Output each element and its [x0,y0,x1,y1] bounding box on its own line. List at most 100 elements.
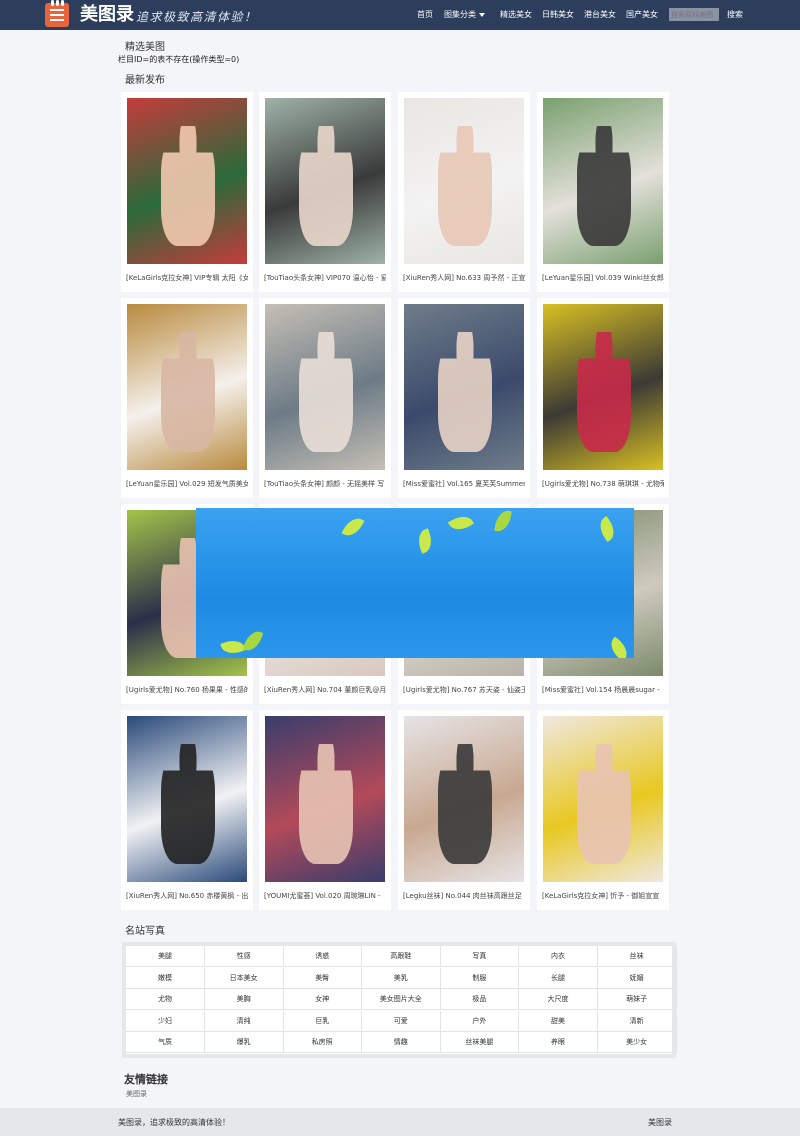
gallery-card[interactable]: [LeYuan星乐园] Vol.029 短发气质美女 [121,298,253,498]
photo-subject [161,332,215,452]
tag-link[interactable]: 女神 [283,989,363,1011]
tag-link[interactable]: 内衣 [519,946,598,967]
tag-link[interactable]: 巨乳 [283,1010,363,1032]
tag-link[interactable]: 萌妹子 [597,989,677,1011]
gallery-card[interactable]: [XiuRen秀人网] No.633 周予然 - 正宣 [398,92,530,292]
gallery-card[interactable]: [YOUMI尤蜜荟] Vol.020 周琬琳LIN - [259,710,391,910]
tag-link[interactable]: 情趣 [361,1032,441,1054]
photo-thumbnail[interactable] [543,304,663,470]
photo-subject [161,744,215,864]
photo-thumbnail[interactable] [404,716,524,882]
photo-subject [299,126,353,246]
gallery-caption[interactable]: [Ugirls爱尤物] No.738 萌琪琪 - 尤物荣 [542,479,664,489]
photo-subject [299,744,353,864]
tag-link[interactable]: 清纯 [204,1010,284,1032]
gallery-caption[interactable]: [XiuRen秀人网] No.650 赤楼黄枫 - 出 [126,891,248,901]
leaf-decoration [606,636,632,658]
tag-link[interactable]: 性感 [204,946,284,967]
gallery-caption[interactable]: [KeLaGirls克拉女神] 忻予 - 御姐宣宣 [542,891,664,901]
gallery-caption[interactable]: [KeLaGirls克拉女神] VIP专辑 太阳《女 [126,273,248,283]
tag-link[interactable]: 养眼 [519,1032,598,1054]
gallery-caption[interactable]: [Miss爱蜜社] Vol.165 夏芙芙Summer [403,479,525,489]
footer-site-link[interactable]: 美图录 [648,1117,672,1128]
gallery-caption[interactable]: [Legku丝袜] No.044 肉丝袜高跟丝足 [403,891,525,901]
gallery-card[interactable]: [Miss爱蜜社] Vol.165 夏芙芙Summer [398,298,530,498]
tag-link[interactable]: 日本美女 [204,967,284,989]
nav-featured[interactable]: 精选美女 [500,8,532,22]
photo-thumbnail[interactable] [543,98,663,264]
gallery-card[interactable]: [TouTiao头条女神] 颜颜 - 无摇美样 写 [259,298,391,498]
nav-domestic[interactable]: 国产美女 [626,8,658,22]
tag-link[interactable]: 制服 [440,967,520,989]
gallery-caption[interactable]: [LeYuan星乐园] Vol.039 Winki丝女郎 [542,273,664,283]
photo-thumbnail[interactable] [265,304,385,470]
nav-categories[interactable]: 图集分类 [444,8,485,22]
tag-link[interactable]: 美腿 [126,946,205,967]
gallery-caption[interactable]: [XiuRen秀人网] No.633 周予然 - 正宣 [403,273,525,283]
tag-link[interactable]: 少妇 [126,1010,205,1032]
leaf-decoration [594,515,620,543]
site-name[interactable]: 美图录 [80,5,134,25]
chevron-down-icon [479,12,485,17]
tag-link[interactable]: 私房照 [283,1032,363,1054]
gallery-card[interactable]: [Legku丝袜] No.044 肉丝袜高跟丝足 [398,710,530,910]
tag-link[interactable]: 美臀 [283,967,363,989]
gallery-card[interactable]: [KeLaGirls克拉女神] 忻予 - 御姐宣宣 [537,710,669,910]
gallery-card[interactable]: [XiuRen秀人网] No.650 赤楼黄枫 - 出 [121,710,253,910]
gallery-caption[interactable]: [YOUMI尤蜜荟] Vol.020 周琬琳LIN - [264,891,386,901]
tag-link[interactable]: 美女图片大全 [361,989,441,1011]
photo-thumbnail[interactable] [127,716,247,882]
tag-link[interactable]: 嫩模 [126,967,205,989]
section-title-latest: 最新发布 [125,75,165,86]
gallery-caption[interactable]: [LeYuan星乐园] Vol.029 短发气质美女 [126,479,248,489]
tag-link[interactable]: 清新 [597,1010,677,1032]
tag-link[interactable]: 气质 [126,1032,205,1054]
nav-home[interactable]: 首页 [417,8,433,22]
gallery-caption[interactable]: [TouTiao头条女神] VIP070 温心怡 - 窗 [264,273,386,283]
photo-thumbnail[interactable] [265,98,385,264]
tag-link[interactable]: 美少女 [597,1032,677,1054]
search-input[interactable] [669,8,719,21]
tag-link[interactable]: 户外 [440,1010,520,1032]
search-button[interactable]: 搜索 [722,8,748,21]
friend-link[interactable]: 美图录 [126,1089,147,1099]
logo-icon[interactable] [45,0,69,27]
gallery-caption[interactable]: [Ugirls爱尤物] No.760 杨果果 - 性感的 [126,685,248,695]
photo-thumbnail[interactable] [127,98,247,264]
photo-thumbnail[interactable] [404,304,524,470]
gallery-caption[interactable]: [XiuRen秀人网] No.704 董颜巨乳@月 [264,685,386,695]
photo-subject [577,126,631,246]
gallery-card[interactable]: [TouTiao头条女神] VIP070 温心怡 - 窗 [259,92,391,292]
gallery-caption[interactable]: [Miss爱蜜社] Vol.154 杨晨晨sugar - [542,685,664,695]
footer: 美图录，追求极致的高清体验！ 美图录 [0,1108,800,1136]
gallery-card[interactable]: [LeYuan星乐园] Vol.039 Winki丝女郎 [537,92,669,292]
tag-link[interactable]: 美乳 [361,967,441,989]
tag-link[interactable]: 写真 [440,946,520,967]
tag-link[interactable]: 甜美 [519,1010,598,1032]
tag-link[interactable]: 高跟鞋 [361,946,441,967]
gallery-caption[interactable]: [TouTiao头条女神] 颜颜 - 无摇美样 写 [264,479,386,489]
section-title-tags: 名站写真 [125,926,165,937]
tag-link[interactable]: 极品 [440,989,520,1011]
tag-link[interactable]: 丝袜美腿 [440,1032,520,1054]
tag-link[interactable]: 长腿 [519,967,598,989]
tag-link[interactable]: 爆乳 [204,1032,284,1054]
photo-thumbnail[interactable] [543,716,663,882]
tag-link[interactable]: 美胸 [204,989,284,1011]
nav-japan-korea[interactable]: 日韩美女 [542,8,574,22]
nav-hk-taiwan[interactable]: 港台美女 [584,8,616,22]
gallery-caption[interactable]: [Ugirls爱尤物] No.767 苏天姿 - 仙姿玉 [403,685,525,695]
tag-link[interactable]: 诱惑 [283,946,363,967]
photo-thumbnail[interactable] [265,716,385,882]
tag-link[interactable]: 大尺度 [519,989,598,1011]
gallery-card[interactable]: [Ugirls爱尤物] No.738 萌琪琪 - 尤物荣 [537,298,669,498]
gallery-card[interactable]: [KeLaGirls克拉女神] VIP专辑 太阳《女 [121,92,253,292]
floating-ad-banner[interactable] [196,508,634,658]
tag-link[interactable]: 妩媚 [597,967,677,989]
tag-link[interactable]: 尤物 [126,989,205,1011]
photo-thumbnail[interactable] [127,304,247,470]
tag-link[interactable]: 可爱 [361,1010,441,1032]
photo-thumbnail[interactable] [404,98,524,264]
top-navbar: 美图录 追求极致高清体验！ 首页 图集分类 精选美女 日韩美女 港台美女 国产美… [0,0,800,30]
tag-link[interactable]: 丝袜 [597,946,677,967]
